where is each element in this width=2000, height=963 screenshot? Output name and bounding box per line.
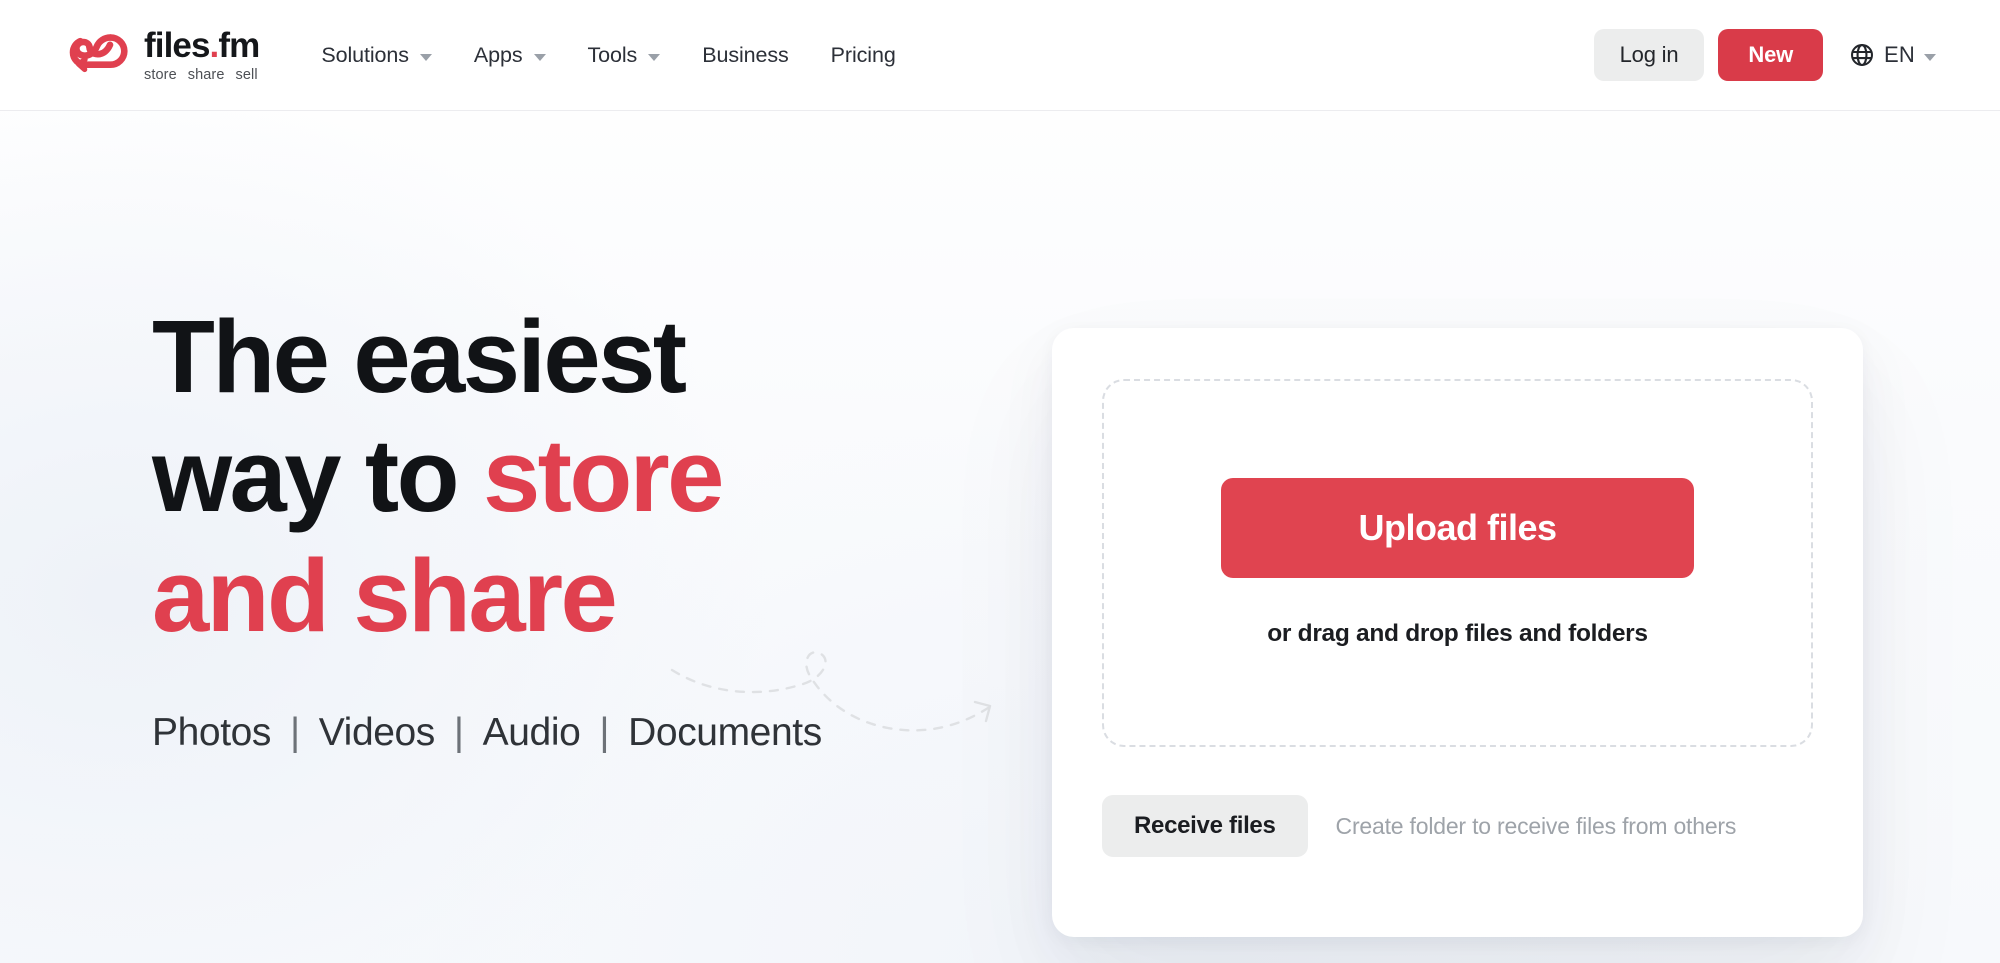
page-title: The easiest way to store and share [152,297,912,655]
brand-name-main: files [144,25,210,65]
main-navigation: Solutions Apps Tools Business Pricing [303,33,913,78]
format-separator: | [453,711,464,755]
upload-card-footer: Receive files Create folder to receive f… [1102,795,1813,857]
brand-tagline: store share sell [144,67,259,83]
format-documents: Documents [628,711,822,755]
supported-formats-list: Photos | Videos | Audio | Documents [152,711,1000,755]
brand-tagline-word: share [187,66,225,83]
format-separator: | [290,711,300,755]
format-separator: | [599,711,610,755]
login-button[interactable]: Log in [1593,29,1705,81]
cloud-infinity-logo-icon [64,32,130,78]
brand-tagline-word: sell [235,66,258,83]
language-selector[interactable]: EN [1837,34,1942,76]
receive-files-button[interactable]: Receive files [1102,795,1308,857]
globe-icon [1849,42,1875,68]
headline-line-3-accent: and share [152,537,618,653]
nav-item-solutions[interactable]: Solutions [303,33,450,78]
nav-item-pricing[interactable]: Pricing [813,33,914,78]
receive-files-hint: Create folder to receive files from othe… [1335,812,1737,839]
brand-tagline-word: store [144,66,177,83]
format-photos: Photos [152,711,272,755]
brand-name-tld: fm [218,25,260,65]
chevron-down-icon [1924,53,1936,61]
language-code: EN [1884,42,1915,67]
nav-label: Solutions [321,42,409,67]
format-videos: Videos [318,711,436,755]
file-dropzone[interactable]: Upload files or drag and drop files and … [1102,379,1813,747]
chevron-down-icon [533,53,546,61]
headline-line-2-accent: store [482,418,724,534]
headline-line-2-plain: way to [152,418,483,534]
hero-copy: The easiest way to store and share Photo… [0,111,1000,755]
format-audio: Audio [482,711,581,755]
upload-files-button[interactable]: Upload files [1221,478,1694,578]
chevron-down-icon [419,53,432,61]
hero-section: The easiest way to store and share Photo… [0,111,2000,963]
nav-label: Tools [587,42,638,67]
site-header: files.fm store share sell Solutions Apps… [0,0,2000,111]
drag-drop-hint: or drag and drop files and folders [1267,620,1648,647]
landing-page: files.fm store share sell Solutions Apps… [0,0,2000,963]
brand-logo-link[interactable]: files.fm store share sell [64,25,260,83]
nav-item-apps[interactable]: Apps [456,33,564,78]
nav-label: Business [702,42,789,67]
chevron-down-icon [648,53,661,61]
brand-wordmark: files.fm store share sell [144,25,260,83]
nav-item-business[interactable]: Business [684,33,806,78]
upload-card: Upload files or drag and drop files and … [1052,328,1863,937]
new-button[interactable]: New [1718,29,1824,81]
headline-line-1: The easiest [152,299,687,414]
nav-item-tools[interactable]: Tools [570,33,679,78]
header-actions: Log in New EN [1593,29,1942,81]
nav-label: Pricing [830,42,896,67]
nav-label: Apps [473,42,523,67]
